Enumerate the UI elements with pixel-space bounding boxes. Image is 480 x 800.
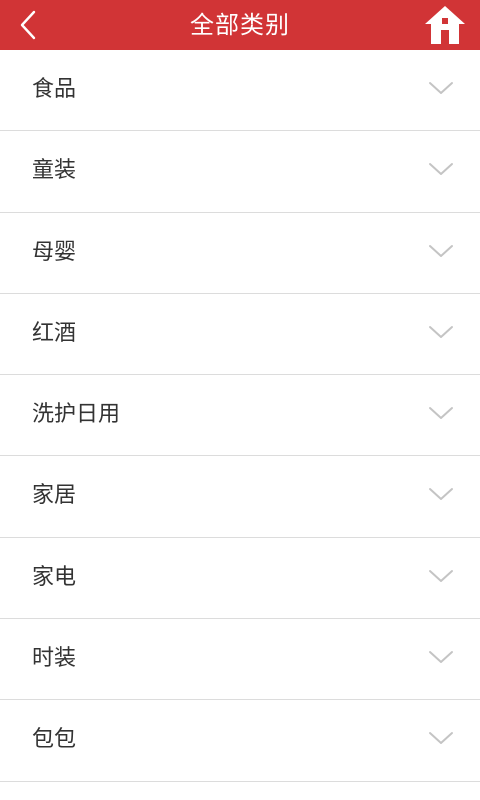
- chevron-down-icon: [429, 488, 453, 501]
- chevron-down-icon: [429, 651, 453, 664]
- category-row[interactable]: 时装: [0, 619, 480, 701]
- category-label: 食品: [32, 77, 77, 102]
- chevron-down-icon: [429, 569, 453, 582]
- category-row[interactable]: 红酒: [0, 294, 480, 376]
- category-row[interactable]: 家电: [0, 538, 480, 620]
- category-label: 洗护日用: [32, 402, 121, 428]
- chevron-down-icon: [429, 407, 453, 420]
- chevron-down-icon: [429, 82, 453, 94]
- category-row[interactable]: 洗护日用: [0, 375, 480, 457]
- chevron-down-icon: [429, 163, 453, 176]
- category-label: 包包: [32, 727, 77, 753]
- category-row[interactable]: 食品: [0, 50, 480, 132]
- chevron-down-icon: [429, 325, 453, 338]
- category-label: 母婴: [32, 239, 77, 265]
- category-row[interactable]: 包包: [0, 700, 480, 782]
- chevron-down-icon: [429, 244, 453, 257]
- category-label: 家电: [32, 564, 77, 590]
- top-bar: 全部类别: [0, 0, 480, 50]
- home-button[interactable]: [422, 2, 468, 48]
- category-label: 红酒: [32, 320, 77, 346]
- home-icon: [425, 6, 465, 44]
- category-row[interactable]: 家居: [0, 456, 480, 538]
- category-row[interactable]: 母婴: [0, 213, 480, 294]
- category-label: 家居: [32, 483, 77, 509]
- chevron-down-icon: [429, 732, 453, 745]
- category-row[interactable]: 童装: [0, 131, 480, 213]
- category-label: 时装: [32, 646, 77, 672]
- category-list: 食品童装母婴红酒洗护日用家居家电时装包包: [0, 50, 480, 782]
- page-title: 全部类别: [190, 11, 290, 39]
- category-label: 童装: [32, 158, 77, 184]
